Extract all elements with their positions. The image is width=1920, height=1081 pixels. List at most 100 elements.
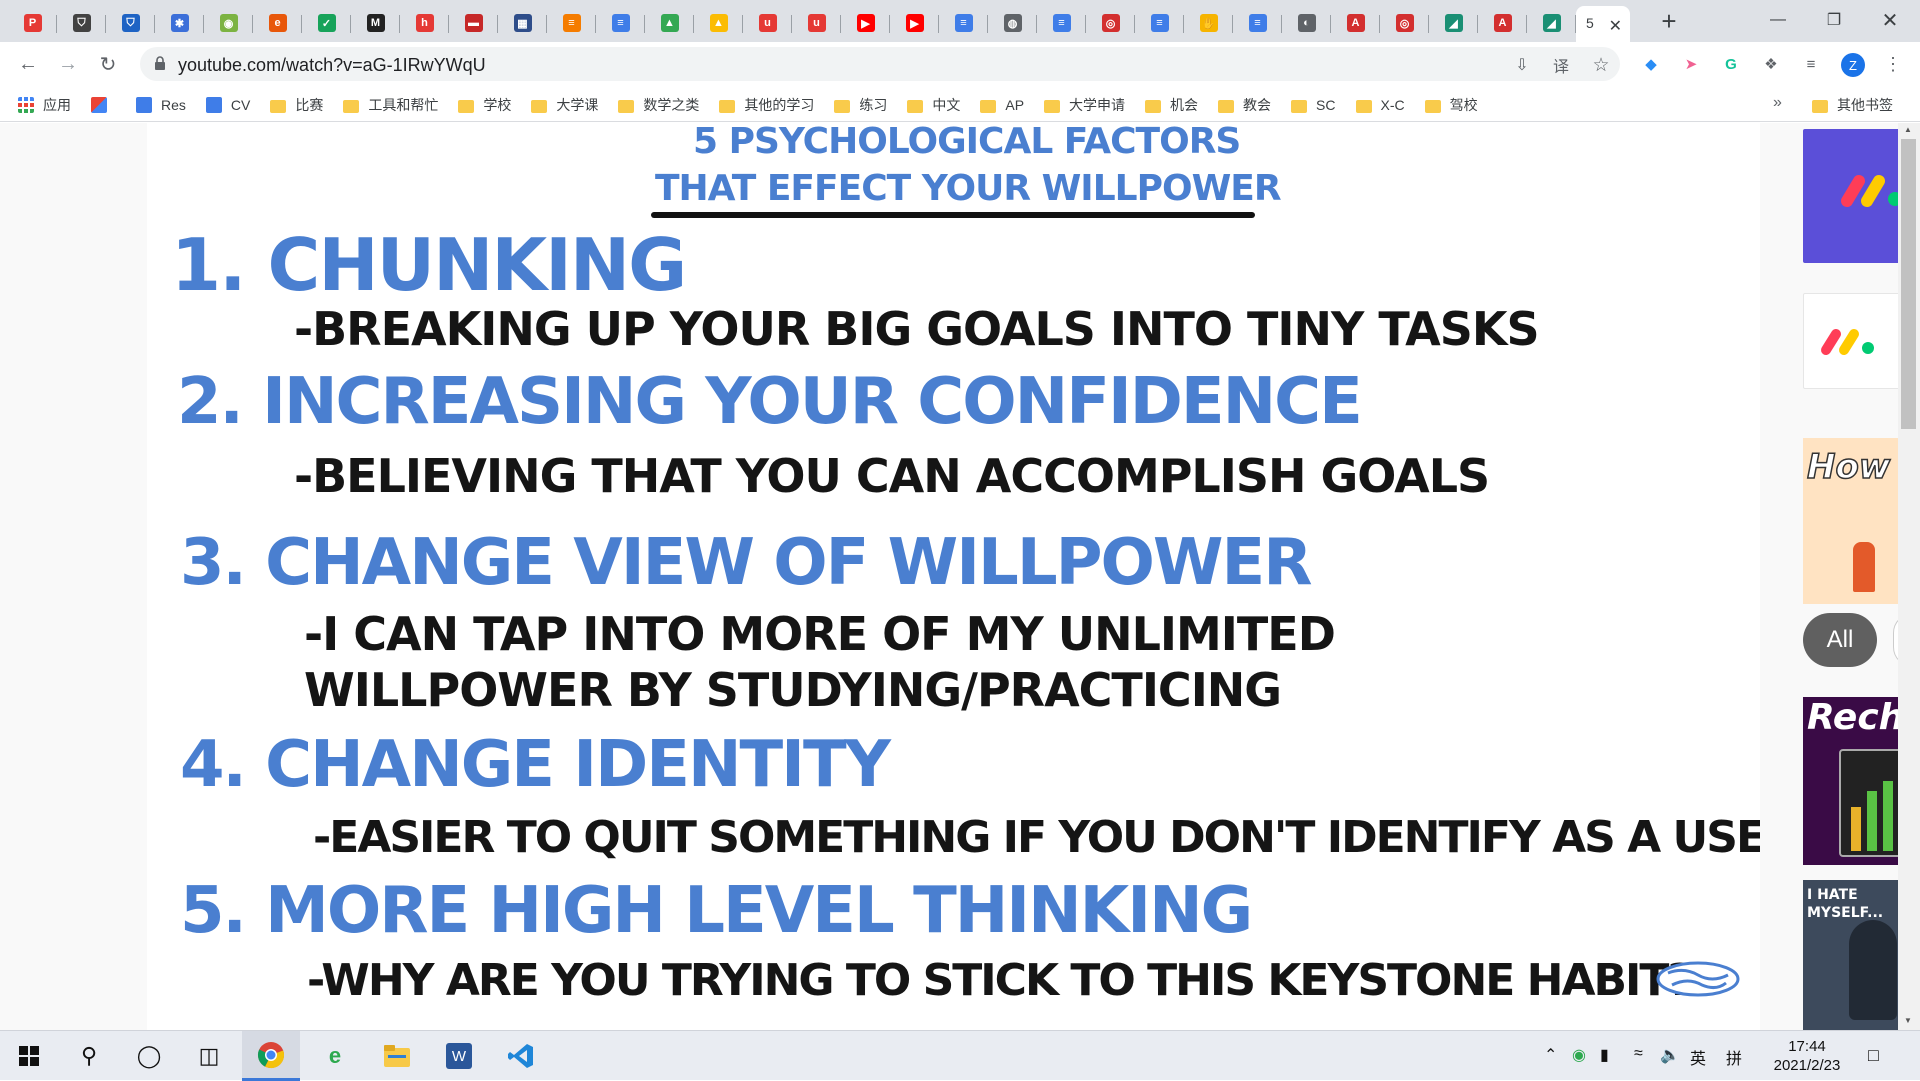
- bookmark-folder[interactable]: X-C: [1355, 97, 1405, 113]
- browser-tab[interactable]: ◎: [1380, 6, 1429, 40]
- cortana-button[interactable]: ◯: [120, 1031, 178, 1081]
- browser-tab[interactable]: ▲: [694, 6, 743, 40]
- active-tab[interactable]: 5 ✕: [1576, 6, 1630, 46]
- browser-tab[interactable]: ✋: [1184, 6, 1233, 40]
- bookmark-folder[interactable]: 大学申请: [1044, 95, 1125, 115]
- scroll-down-arrow-icon[interactable]: ▼: [1904, 1016, 1912, 1025]
- browser-tab[interactable]: A: [1331, 6, 1380, 40]
- browser-tab[interactable]: ≡: [596, 6, 645, 40]
- video-player[interactable]: 5 PSYCHOLOGICAL FACTORS THAT EFFECT YOUR…: [147, 123, 1760, 1030]
- browser-tab[interactable]: ▶: [841, 6, 890, 40]
- browser-tab[interactable]: ▲: [645, 6, 694, 40]
- bookmark-folder[interactable]: 其他的学习: [719, 95, 814, 115]
- url-text[interactable]: youtube.com/watch?v=aG-1IRwYWqU: [178, 55, 486, 76]
- bookmark-folder[interactable]: 练习: [834, 95, 887, 115]
- taskbar-file-explorer[interactable]: [368, 1031, 426, 1081]
- extensions-puzzle-icon[interactable]: ❖: [1760, 53, 1782, 75]
- browser-tab[interactable]: e: [253, 6, 302, 40]
- browser-tab[interactable]: ▶: [890, 6, 939, 40]
- bookmark-item[interactable]: CV: [205, 97, 250, 113]
- grammarly-icon[interactable]: G: [1720, 53, 1742, 75]
- ad-card-monday[interactable]: [1803, 293, 1903, 389]
- back-button[interactable]: ←: [14, 50, 42, 78]
- extension-diamond-icon[interactable]: ◆: [1640, 53, 1662, 75]
- notifications-icon[interactable]: □: [1868, 1045, 1879, 1066]
- browser-tab[interactable]: ≡: [939, 6, 988, 40]
- bookmark-folder[interactable]: 机会: [1145, 95, 1198, 115]
- taskbar-word[interactable]: W: [430, 1031, 488, 1081]
- bookmark-folder[interactable]: 大学课: [531, 95, 598, 115]
- browser-tab[interactable]: ▦: [498, 6, 547, 40]
- reload-button[interactable]: ↻: [94, 50, 122, 78]
- page-scrollbar[interactable]: ▲ ▼: [1898, 123, 1920, 1030]
- browser-tab[interactable]: ◍: [988, 6, 1037, 40]
- volume-icon[interactable]: 🔈: [1660, 1045, 1680, 1065]
- browser-tab[interactable]: A: [1478, 6, 1527, 40]
- system-clock[interactable]: 17:44 2021/2/23: [1762, 1037, 1852, 1075]
- browser-tab[interactable]: h: [400, 6, 449, 40]
- wifi-icon[interactable]: ≈: [1634, 1045, 1643, 1063]
- filter-chip-all[interactable]: All: [1803, 613, 1877, 667]
- browser-tab[interactable]: ◎: [1086, 6, 1135, 40]
- search-button[interactable]: ⚲: [60, 1031, 118, 1081]
- browser-tab[interactable]: ✱: [155, 6, 204, 40]
- bookmark-folder[interactable]: 数学之类: [618, 95, 699, 115]
- ime-mode-indicator[interactable]: 拼: [1726, 1045, 1742, 1069]
- ad-banner-monday[interactable]: [1803, 129, 1903, 263]
- bookmark-apps[interactable]: 应用: [18, 95, 71, 115]
- recommended-video-thumbnail[interactable]: Rech: [1803, 697, 1903, 865]
- bookmark-folder[interactable]: 学校: [458, 95, 511, 115]
- browser-tab[interactable]: ◢: [1429, 6, 1478, 40]
- browser-tab[interactable]: ⛉: [57, 6, 106, 40]
- reading-list-icon[interactable]: ≡: [1800, 53, 1822, 75]
- profile-avatar[interactable]: Z: [1841, 53, 1865, 77]
- browser-tab[interactable]: ✓: [302, 6, 351, 40]
- start-button[interactable]: [0, 1031, 58, 1081]
- new-tab-button[interactable]: +: [1655, 8, 1683, 36]
- scroll-up-arrow-icon[interactable]: ▲: [1904, 125, 1912, 134]
- tray-app-icon[interactable]: ◉: [1572, 1045, 1586, 1065]
- bookmark-item[interactable]: Res: [136, 97, 186, 113]
- browser-tab[interactable]: ≡: [547, 6, 596, 40]
- bookmark-folder[interactable]: 教会: [1218, 95, 1271, 115]
- scrollbar-thumb[interactable]: [1901, 139, 1916, 429]
- task-view-button[interactable]: ◫: [180, 1031, 238, 1081]
- maximize-button[interactable]: ❐: [1806, 0, 1862, 40]
- install-app-icon[interactable]: ⇩: [1511, 54, 1533, 76]
- bookmark-folder[interactable]: 驾校: [1424, 95, 1478, 115]
- browser-tab[interactable]: ≡: [1037, 6, 1086, 40]
- browser-tab[interactable]: ≡: [1135, 6, 1184, 40]
- browser-tab[interactable]: ⛉: [106, 6, 155, 40]
- bookmark-folder[interactable]: SC: [1291, 97, 1336, 113]
- bookmark-folder[interactable]: AP: [980, 97, 1024, 113]
- taskbar-ie[interactable]: e: [306, 1031, 364, 1081]
- recommended-video-thumbnail[interactable]: How t Sel: [1803, 438, 1903, 604]
- forward-button[interactable]: →: [54, 50, 82, 78]
- other-bookmarks-folder[interactable]: 其他书签: [1812, 95, 1893, 115]
- bookmarks-overflow-button[interactable]: »: [1773, 94, 1782, 112]
- bookmark-folder[interactable]: 比赛: [270, 95, 323, 115]
- browser-tab[interactable]: ◢: [1527, 6, 1576, 40]
- browser-tab[interactable]: u: [792, 6, 841, 40]
- browser-tab[interactable]: u: [743, 6, 792, 40]
- lock-icon[interactable]: [154, 56, 166, 70]
- bookmark-star-icon[interactable]: ☆: [1590, 54, 1612, 76]
- bookmark-item[interactable]: [91, 97, 116, 113]
- translate-icon[interactable]: 译: [1550, 54, 1572, 76]
- recommended-video-thumbnail[interactable]: I HATE MYSELF...: [1803, 880, 1903, 1030]
- ime-language-indicator[interactable]: 英: [1690, 1045, 1706, 1069]
- show-hidden-icons-chevron-icon[interactable]: ⌃: [1544, 1045, 1557, 1065]
- taskbar-vscode[interactable]: [492, 1031, 550, 1081]
- extension-arrow-icon[interactable]: ➤: [1680, 53, 1702, 75]
- browser-tab[interactable]: ≡: [1233, 6, 1282, 40]
- browser-tab[interactable]: ◐: [1282, 6, 1331, 40]
- bookmark-folder[interactable]: 工具和帮忙: [343, 95, 438, 115]
- browser-tab[interactable]: ◉: [204, 6, 253, 40]
- browser-tab[interactable]: ▬: [449, 6, 498, 40]
- battery-icon[interactable]: ▮: [1600, 1045, 1609, 1065]
- address-bar[interactable]: youtube.com/watch?v=aG-1IRwYWqU ⇩ 译 ☆: [140, 47, 1620, 81]
- menu-kebab-icon[interactable]: ⋮: [1882, 53, 1904, 75]
- bookmark-folder[interactable]: 中文: [907, 95, 960, 115]
- close-window-button[interactable]: ✕: [1862, 0, 1918, 40]
- browser-tab[interactable]: P: [8, 6, 57, 40]
